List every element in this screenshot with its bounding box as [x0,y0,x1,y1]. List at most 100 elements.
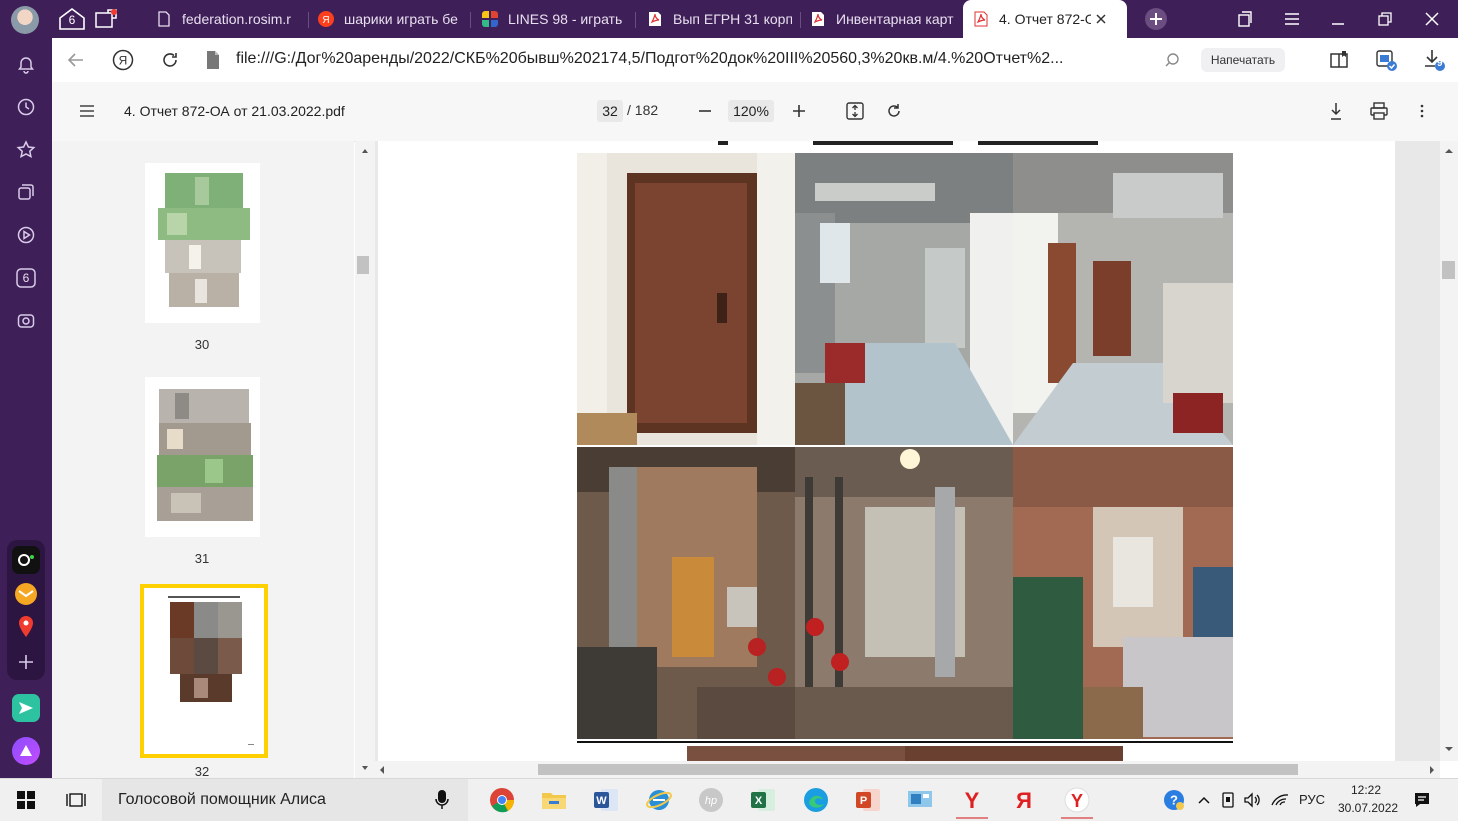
alice-icon[interactable] [12,737,40,765]
address-bar: Я file:///G:/Дог%20аренды/2022/СКБ%20быв… [52,38,1458,83]
tab-sharik[interactable]: Я шарики играть бе [318,3,463,35]
sidebar-scrollbar[interactable] [355,141,375,778]
screenshot-icon[interactable] [12,307,40,335]
page-total: / 182 [627,102,659,118]
reload-icon[interactable] [158,48,182,72]
lines-icon [482,11,498,27]
search-page-icon[interactable] [1161,48,1185,72]
svg-text:Y: Y [1071,791,1083,811]
control-panel-icon[interactable] [904,785,936,815]
mail-icon[interactable] [12,580,40,608]
yandex-browser-window-icon[interactable]: Y [1061,785,1093,819]
file-icon[interactable] [201,48,225,72]
rotate-icon[interactable] [882,99,906,123]
hamburger-menu-icon[interactable] [75,99,99,123]
document-vertical-scrollbar[interactable] [1440,141,1458,761]
history-icon[interactable] [12,93,40,121]
add-service-icon[interactable] [12,648,40,676]
maps-pin-icon[interactable] [12,613,40,641]
word-icon[interactable]: W [590,785,622,815]
photo-pipes-room [795,447,1013,739]
language-indicator[interactable]: РУС [1299,792,1325,807]
tabs-count-icon[interactable]: 6 [12,264,40,292]
restore-icon[interactable] [1372,6,1398,32]
excel-icon[interactable]: X [747,785,779,815]
back-arrow-icon[interactable] [64,48,88,72]
tab-egrn[interactable]: Вып ЕГРН 31 корп [647,3,792,35]
tab-counter-button[interactable]: 6 [56,5,88,33]
svg-text:X: X [755,795,763,807]
tab-federation[interactable]: federation.rosim.r [156,3,301,35]
zoom-in-icon[interactable] [787,99,811,123]
yandex-browser-icon[interactable]: Y [956,785,988,819]
help-icon[interactable]: ? [1158,785,1190,815]
notifications-icon[interactable] [1406,785,1438,815]
powerpoint-icon[interactable]: P [852,785,884,815]
svg-text:Y: Y [965,788,980,813]
downloads-icon[interactable]: 9 [1422,48,1446,72]
menu-icon[interactable] [1279,6,1305,32]
play-icon[interactable] [12,221,40,249]
bell-icon[interactable] [12,51,40,79]
pdf-icon [812,12,824,26]
document-horizontal-scrollbar[interactable] [375,761,1440,778]
yandex-logo-icon[interactable]: Я [111,48,135,72]
page-bottom-fragment [577,741,1233,761]
tab-label: federation.rosim.r [182,11,291,27]
thumbnail-page-30[interactable] [145,163,260,323]
yandex-app-icon[interactable]: Я [1008,785,1040,815]
clock-time[interactable]: 12:22 [1351,783,1381,797]
file-explorer-icon[interactable] [538,785,570,815]
internet-explorer-icon[interactable] [643,785,675,815]
page-caption-fragment [718,141,1098,145]
svg-text:Я: Я [119,54,128,68]
tab-divider [635,12,636,28]
tab-label: 4. Отчет 872-О/ [999,11,1091,27]
tab-inventory[interactable]: Инвентарная карт [810,3,955,35]
svg-text:Я: Я [322,15,329,26]
task-view-icon[interactable] [60,785,92,815]
windows-start-icon[interactable] [10,785,42,815]
collections-icon[interactable] [12,178,40,206]
thumbnail-page-32-selected[interactable] [140,584,268,758]
clock-date[interactable]: 30.07.2022 [1338,801,1398,815]
close-window-icon[interactable] [1419,6,1445,32]
zoom-out-icon[interactable] [693,99,717,123]
more-options-icon[interactable] [1410,99,1434,123]
document-viewport[interactable] [375,141,1440,761]
alice-search-box[interactable]: Голосовой помощник Алиса [102,779,468,821]
svg-text:Я: Я [1016,788,1032,813]
yandex-sidebar: 6 [0,0,52,778]
new-tab-group-icon[interactable] [90,5,122,33]
chrome-icon[interactable] [486,785,518,815]
alice-dot-icon[interactable] [12,546,40,574]
send-app-icon[interactable] [12,694,40,722]
download-pdf-icon[interactable] [1324,99,1348,123]
print-pdf-icon[interactable] [1367,99,1391,123]
pdf-icon [649,12,661,26]
print-button[interactable]: Напечатать [1201,48,1285,72]
star-icon[interactable] [12,136,40,164]
tab-report-active[interactable]: 4. Отчет 872-О/ [963,0,1127,38]
zoom-level-input[interactable]: 120% [728,100,774,122]
bookmarks-panel-icon[interactable] [1232,6,1258,32]
tab-label: Инвентарная карт [836,11,954,27]
new-tab-button[interactable] [1140,5,1172,33]
page-number-input[interactable]: 32 [597,100,623,122]
avatar[interactable] [11,6,39,34]
microphone-icon[interactable] [434,789,450,811]
wifi-icon[interactable] [1264,785,1296,815]
close-tab-icon[interactable] [1095,13,1107,25]
tab-lines98[interactable]: LINES 98 - играть [482,3,627,35]
thumbnail-page-31[interactable] [145,377,260,537]
fit-page-icon[interactable] [843,99,867,123]
windows-taskbar: Голосовой помощник Алиса W hp X P Y Я Y … [0,778,1458,821]
tabs-count: 6 [22,271,30,285]
hp-icon[interactable]: hp [695,785,727,815]
url-field[interactable]: file:///G:/Дог%20аренды/2022/СКБ%20бывш%… [236,50,1136,68]
svg-text:W: W [596,795,607,807]
reading-list-icon[interactable] [1327,48,1351,72]
protect-icon[interactable] [1374,48,1398,72]
minimize-icon[interactable] [1325,6,1351,32]
edge-icon[interactable] [800,785,832,815]
